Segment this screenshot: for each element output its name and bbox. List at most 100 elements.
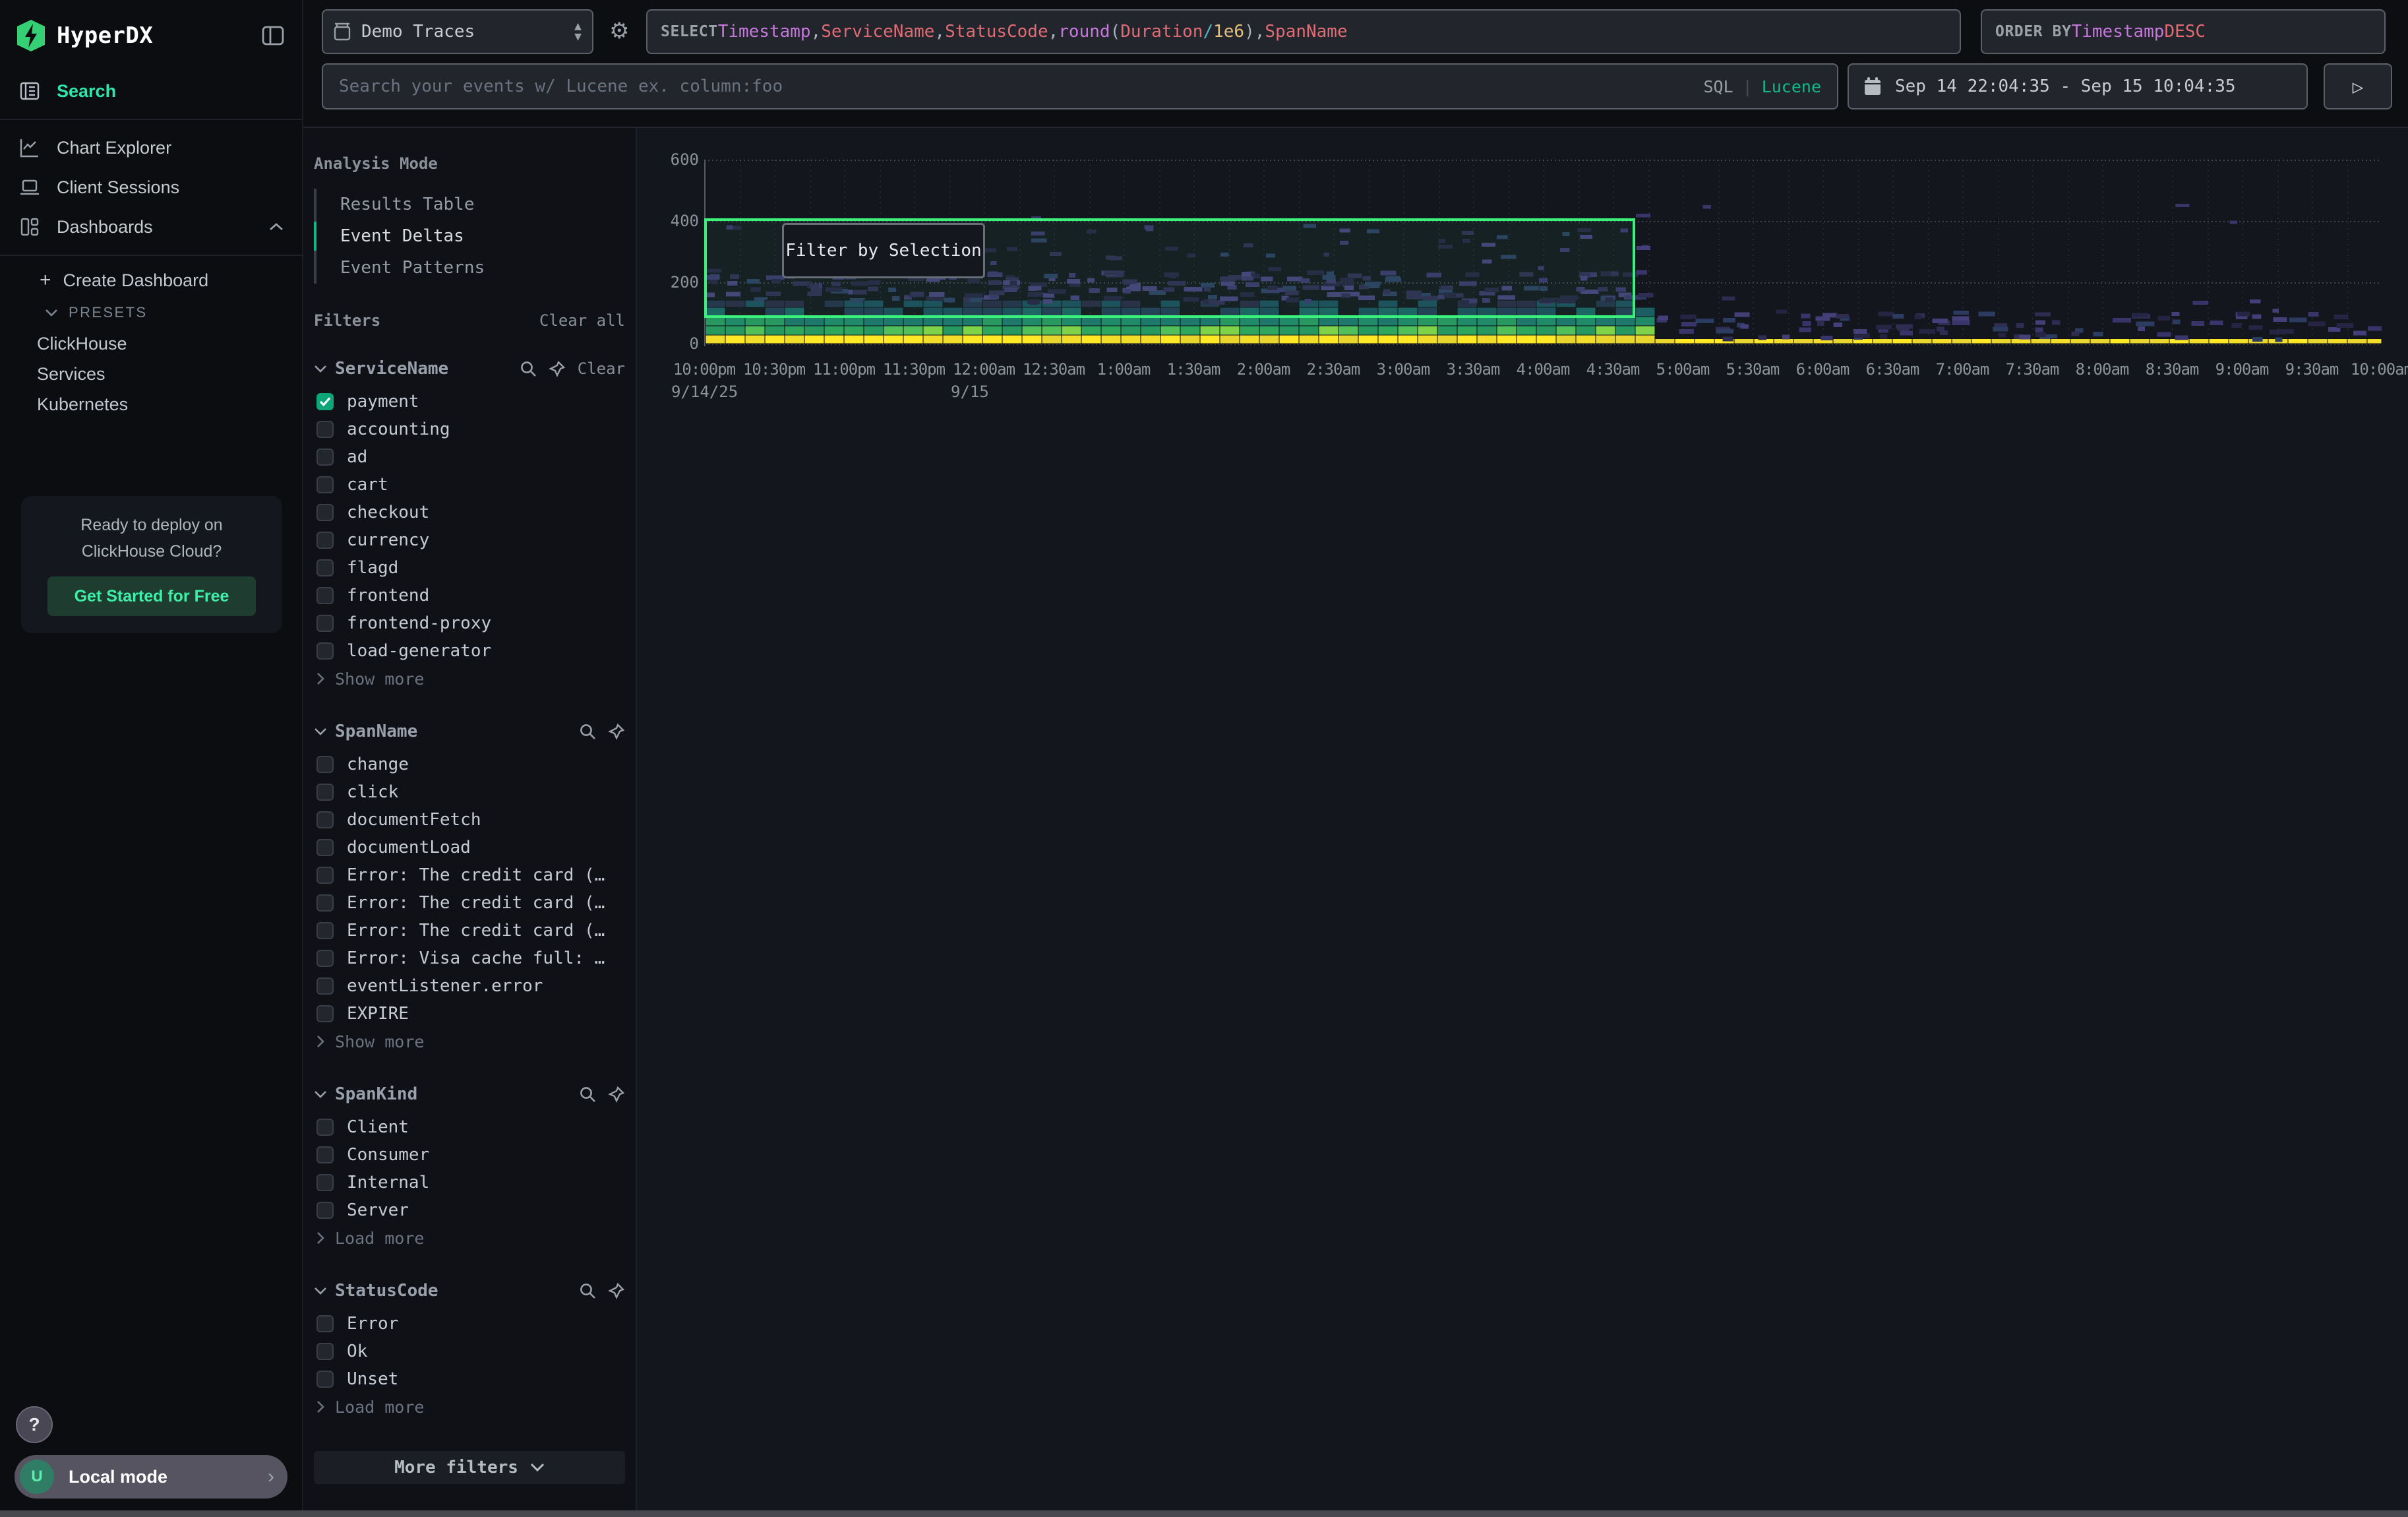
order-by-input[interactable]: ORDER BY Timestamp DESC	[1981, 9, 2386, 54]
checkbox-checked[interactable]	[316, 393, 334, 410]
checkbox[interactable]	[316, 784, 334, 801]
filter-checkbox-row[interactable]: Server	[314, 1196, 625, 1224]
pin-icon[interactable]	[549, 360, 566, 377]
checkbox[interactable]	[316, 1119, 334, 1136]
sidebar-preset-services[interactable]: Services	[0, 359, 302, 389]
presets-toggle[interactable]: PRESETS	[0, 297, 302, 328]
sql-select-input[interactable]: SELECT Timestamp, ServiceName, StatusCod…	[646, 9, 1961, 54]
analysis-tab-event-patterns[interactable]: Event Patterns	[316, 252, 625, 284]
checkbox[interactable]	[316, 1343, 334, 1360]
filter-checkbox-row[interactable]: flagd	[314, 554, 625, 582]
filter-checkbox-row[interactable]: click	[314, 778, 625, 806]
checkbox[interactable]	[316, 1202, 334, 1219]
filter-checkbox-row[interactable]: currency	[314, 526, 625, 554]
analysis-mode-tabs: Results TableEvent DeltasEvent Patterns	[314, 189, 625, 284]
search-icon[interactable]	[579, 1282, 596, 1299]
filter-checkbox-row[interactable]: Error: The credit card (…	[314, 861, 625, 889]
show-more-button[interactable]: Show more	[314, 1028, 625, 1055]
checkbox[interactable]	[316, 532, 334, 549]
checkbox[interactable]	[316, 977, 334, 995]
filter-checkbox-row[interactable]: Unset	[314, 1365, 625, 1393]
filter-checkbox-row[interactable]: Error: The credit card (…	[314, 889, 625, 917]
show-more-button[interactable]: Show more	[314, 665, 625, 693]
pin-icon[interactable]	[608, 1282, 625, 1299]
filter-checkbox-row[interactable]: ad	[314, 443, 625, 471]
pin-icon[interactable]	[608, 1086, 625, 1103]
filter-checkbox-row[interactable]: EXPIRE	[314, 1000, 625, 1028]
checkbox[interactable]	[316, 642, 334, 660]
filter-checkbox-row[interactable]: payment	[314, 388, 625, 416]
checkbox[interactable]	[316, 615, 334, 632]
chevron-up-icon[interactable]	[269, 222, 284, 232]
sidebar-item-client-sessions[interactable]: Client Sessions	[0, 168, 302, 207]
account-menu[interactable]: U Local mode ›	[15, 1455, 287, 1499]
sidebar-divider	[0, 255, 302, 256]
checkbox[interactable]	[316, 950, 334, 967]
checkbox[interactable]	[316, 1146, 334, 1163]
filter-checkbox-row[interactable]: cart	[314, 471, 625, 499]
sidebar-item-dashboards[interactable]: Dashboards	[0, 207, 302, 247]
filter-checkbox-row[interactable]: Internal	[314, 1169, 625, 1196]
run-query-button[interactable]: ▷	[2324, 63, 2392, 109]
show-more-button[interactable]: Load more	[314, 1224, 625, 1252]
sidebar-item-search[interactable]: Search	[0, 71, 302, 111]
filter-checkbox-row[interactable]: documentLoad	[314, 834, 625, 861]
search-input[interactable]: Search your events w/ Lucene ex. column:…	[322, 63, 1838, 109]
analysis-tab-results-table[interactable]: Results Table	[316, 189, 625, 220]
pin-icon[interactable]	[608, 723, 625, 740]
show-more-button[interactable]: Load more	[314, 1393, 625, 1421]
sidebar-preset-kubernetes[interactable]: Kubernetes	[0, 389, 302, 419]
sidebar-item-chart-explorer[interactable]: Chart Explorer	[0, 128, 302, 168]
checkbox[interactable]	[316, 1371, 334, 1388]
analysis-tab-event-deltas[interactable]: Event Deltas	[316, 220, 625, 252]
gear-icon[interactable]: ⚙	[609, 20, 629, 42]
filter-checkbox-row[interactable]: load-generator	[314, 637, 625, 665]
checkbox[interactable]	[316, 922, 334, 939]
checkbox[interactable]	[316, 1005, 334, 1022]
search-icon[interactable]	[579, 1086, 596, 1103]
lucene-mode-button[interactable]: Lucene	[1762, 77, 1821, 96]
checkbox[interactable]	[316, 894, 334, 912]
search-icon[interactable]	[520, 360, 537, 377]
filter-checkbox-row[interactable]: frontend	[314, 582, 625, 609]
filter-checkbox-row[interactable]: Error: The credit card (…	[314, 917, 625, 944]
filter-checkbox-row[interactable]: Client	[314, 1113, 625, 1141]
duration-heatmap[interactable]: Filter by Selection	[704, 150, 2382, 350]
filter-checkbox-row[interactable]: eventListener.error	[314, 972, 625, 1000]
checkbox[interactable]	[316, 756, 334, 773]
more-filters-button[interactable]: More filters	[314, 1451, 625, 1484]
search-icon[interactable]	[579, 723, 596, 740]
data-source-select[interactable]: Demo Traces ▲▼	[322, 9, 593, 54]
checkbox[interactable]	[316, 587, 334, 604]
filter-checkbox-row[interactable]: Ok	[314, 1338, 625, 1365]
checkbox[interactable]	[316, 1315, 334, 1332]
sidebar-collapse-icon[interactable]	[261, 24, 285, 47]
time-range-picker[interactable]: Sep 14 22:04:35 - Sep 15 10:04:35	[1848, 63, 2308, 109]
checkbox[interactable]	[316, 449, 334, 466]
filter-checkbox-row[interactable]: checkout	[314, 499, 625, 526]
checkbox[interactable]	[316, 421, 334, 438]
filter-checkbox-row[interactable]: Error	[314, 1310, 625, 1338]
checkbox[interactable]	[316, 1174, 334, 1191]
filter-checkbox-row[interactable]: documentFetch	[314, 806, 625, 834]
sidebar-preset-clickhouse[interactable]: ClickHouse	[0, 328, 302, 359]
checkbox[interactable]	[316, 559, 334, 576]
create-dashboard-button[interactable]: + Create Dashboard	[0, 264, 302, 297]
clear-filter-button[interactable]: Clear	[578, 359, 625, 378]
filter-checkbox-row[interactable]: change	[314, 751, 625, 778]
filter-checkbox-row[interactable]: accounting	[314, 416, 625, 443]
filter-by-selection-tooltip[interactable]: Filter by Selection	[782, 223, 985, 278]
checkbox[interactable]	[316, 504, 334, 521]
checkbox[interactable]	[316, 867, 334, 884]
checkbox[interactable]	[316, 839, 334, 856]
get-started-button[interactable]: Get Started for Free	[47, 576, 256, 616]
clear-all-button[interactable]: Clear all	[539, 311, 625, 330]
filter-checkbox-row[interactable]: Consumer	[314, 1141, 625, 1169]
checkbox[interactable]	[316, 811, 334, 828]
filter-checkbox-row[interactable]: frontend-proxy	[314, 609, 625, 637]
horizontal-scrollbar[interactable]	[0, 1510, 2408, 1517]
checkbox[interactable]	[316, 476, 334, 493]
help-button[interactable]: ?	[16, 1406, 53, 1443]
filter-checkbox-row[interactable]: Error: Visa cache full: …	[314, 944, 625, 972]
sql-mode-button[interactable]: SQL	[1703, 77, 1733, 96]
